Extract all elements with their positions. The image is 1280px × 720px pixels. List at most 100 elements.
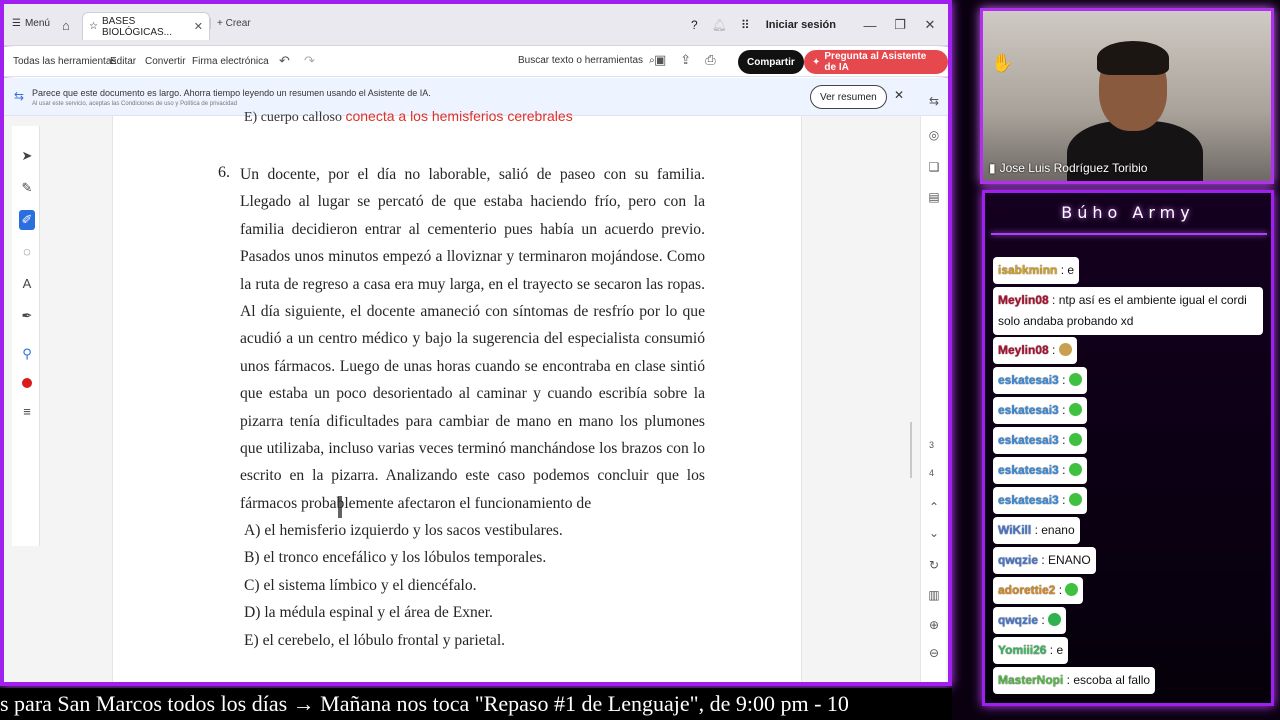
upload-icon[interactable]: ⇪: [680, 52, 691, 68]
ai-chat-icon: ✦: [812, 56, 821, 68]
chat-separator: :: [1048, 343, 1059, 357]
minimize-icon[interactable]: —: [862, 18, 878, 33]
chat-username[interactable]: adorettie2: [998, 583, 1055, 597]
announcement-ticker: s para San Marcos todos los días → Mañan…: [0, 688, 952, 720]
chat-title-divider: [991, 233, 1267, 235]
chat-username[interactable]: eskatesai3: [998, 403, 1059, 417]
chat-message: eskatesai3 :: [993, 487, 1087, 514]
emote-icon: [1068, 463, 1082, 476]
fill-sign-icon[interactable]: ✒: [19, 308, 35, 324]
bell-icon[interactable]: 🔔︎: [712, 18, 727, 32]
apps-grid-icon[interactable]: ⠿: [741, 18, 750, 32]
highlight-pen-icon[interactable]: ✐: [19, 210, 35, 230]
home-icon[interactable]: ⌂: [62, 18, 70, 33]
lasso-icon[interactable]: ◌: [19, 244, 35, 259]
vertical-scrollbar[interactable]: [910, 422, 912, 478]
chat-separator: :: [1057, 263, 1068, 277]
previous-option-annotation: conecta a los hemisferios cerebrales: [345, 108, 573, 124]
question-text: Un docente, por el día no laborable, sal…: [240, 166, 705, 512]
banner-terms[interactable]: Al usar este servicio, aceptas las Condi…: [32, 101, 237, 107]
search-tools-label: Buscar texto o herramientas: [518, 55, 644, 66]
chat-text: enano: [1041, 523, 1075, 537]
color-swatch-red[interactable]: [22, 378, 32, 388]
chat-separator: :: [1048, 293, 1059, 307]
chat-separator: :: [1058, 373, 1069, 387]
chat-username[interactable]: eskatesai3: [998, 493, 1059, 507]
star-icon[interactable]: ☆: [89, 21, 98, 32]
option-e: E) el cerebelo, el lóbulo frontal y pari…: [244, 631, 506, 649]
comment-icon[interactable]: ✎: [19, 180, 35, 196]
chat-username[interactable]: eskatesai3: [998, 463, 1059, 477]
zoom-out-icon[interactable]: ⊖: [927, 646, 941, 660]
undo-icon[interactable]: ↶: [279, 53, 290, 69]
chat-separator: :: [1055, 583, 1066, 597]
chat-username[interactable]: Meylin08: [998, 343, 1049, 357]
previous-option-text: E) cuerpo calloso: [244, 110, 342, 125]
close-window-icon[interactable]: ✕: [922, 17, 938, 33]
search-tools[interactable]: Buscar texto o herramientas ⌕: [518, 55, 655, 66]
chat-username[interactable]: Meylin08: [998, 293, 1049, 307]
chat-message: qwqzie : ENANO: [993, 547, 1096, 574]
bookmarks-icon[interactable]: ❏: [927, 160, 941, 174]
chat-message: isabkminn : e: [993, 257, 1080, 284]
redo-icon[interactable]: ↷: [304, 53, 315, 69]
titlebar-actions: ? 🔔︎ ⠿ Iniciar sesión — ❐ ✕: [691, 17, 938, 33]
close-tab-icon[interactable]: ✕: [194, 20, 203, 33]
chat-username[interactable]: qwqzie: [998, 613, 1038, 627]
chat-message: eskatesai3 :: [993, 457, 1087, 484]
sign-in-button[interactable]: Iniciar sesión: [766, 19, 836, 31]
ai-panel-icon[interactable]: ⇆: [927, 94, 941, 108]
chat-username[interactable]: MasterNopi: [998, 673, 1063, 687]
zoom-in-icon[interactable]: ⊕: [927, 618, 941, 632]
chat-username[interactable]: isabkminn: [998, 263, 1057, 277]
page-total: 4: [929, 468, 935, 478]
emote-icon: [1065, 583, 1079, 596]
chat-username[interactable]: Yomiii26: [998, 643, 1046, 657]
save-copy-icon[interactable]: ▥: [927, 588, 941, 602]
chat-username[interactable]: eskatesai3: [998, 433, 1059, 447]
chat-message: WiKill : enano: [993, 517, 1080, 544]
new-tab-button[interactable]: + Crear: [210, 18, 251, 29]
chat-message: MasterNopi : escoba al fallo: [993, 667, 1156, 694]
menu-all-tools[interactable]: Todas las herramientas: [13, 56, 116, 67]
menu-convert[interactable]: Convertir: [145, 56, 186, 67]
share-button[interactable]: Compartir: [738, 50, 804, 74]
page-up-icon[interactable]: ⌃: [927, 500, 941, 514]
view-summary-button[interactable]: Ver resumen: [810, 85, 887, 109]
chat-message: qwqzie :: [993, 607, 1067, 634]
chat-separator: :: [1058, 433, 1069, 447]
stream-layout: ☰ Menú ⌂ ☆ BASES BIOLÓGICAS... ✕ + Crear…: [0, 0, 1280, 720]
streamer-hair: [1097, 41, 1169, 75]
save-icon[interactable]: ▣: [654, 52, 666, 68]
refresh-icon[interactable]: ↻: [927, 558, 941, 572]
document-area: ➤ ✎ ✐ ◌ A ✒ ⚲ ≡ E) cuerpo calloso conect…: [4, 94, 948, 682]
select-cursor-icon[interactable]: ➤: [19, 148, 35, 164]
help-icon[interactable]: ?: [691, 18, 698, 32]
chat-text: escoba al fallo: [1073, 673, 1151, 687]
page-down-icon[interactable]: ⌄: [927, 526, 941, 540]
tab-document[interactable]: ☆ BASES BIOLÓGICAS... ✕: [82, 12, 210, 40]
chat-username[interactable]: qwqzie: [998, 553, 1038, 567]
menu-button[interactable]: ☰ Menú: [12, 18, 50, 29]
print-icon[interactable]: ⎙: [705, 52, 715, 68]
chat-username[interactable]: WiKill: [998, 523, 1031, 537]
ai-assistant-button[interactable]: ✦ Pregunta al Asistente de IA: [804, 50, 948, 74]
more-tools-icon[interactable]: ≡: [19, 404, 35, 419]
annotation-tools-rail: ➤ ✎ ✐ ◌ A ✒ ⚲ ≡: [12, 126, 40, 546]
chat-separator: :: [1058, 463, 1069, 477]
pages-panel-icon[interactable]: ▤: [927, 190, 941, 204]
text-box-icon[interactable]: A: [19, 276, 35, 291]
menu-edit[interactable]: Editar: [110, 56, 136, 67]
chat-separator: :: [1031, 523, 1042, 537]
question-number: 6.: [218, 164, 230, 181]
pin-icon[interactable]: ⚲: [19, 346, 35, 362]
restore-icon[interactable]: ❐: [892, 17, 908, 33]
emote-icon: [1068, 373, 1082, 386]
comments-panel-icon[interactable]: ◎: [927, 128, 941, 142]
chat-message: eskatesai3 :: [993, 397, 1087, 424]
chat-title: Búho Army: [1061, 203, 1195, 222]
chat-username[interactable]: eskatesai3: [998, 373, 1059, 387]
close-banner-icon[interactable]: ✕: [894, 88, 904, 102]
menu-e-sign[interactable]: Firma electrónica: [192, 56, 269, 67]
streamer-name-tag: ▮ Jose Luis Rodríguez Toribio: [989, 161, 1147, 175]
